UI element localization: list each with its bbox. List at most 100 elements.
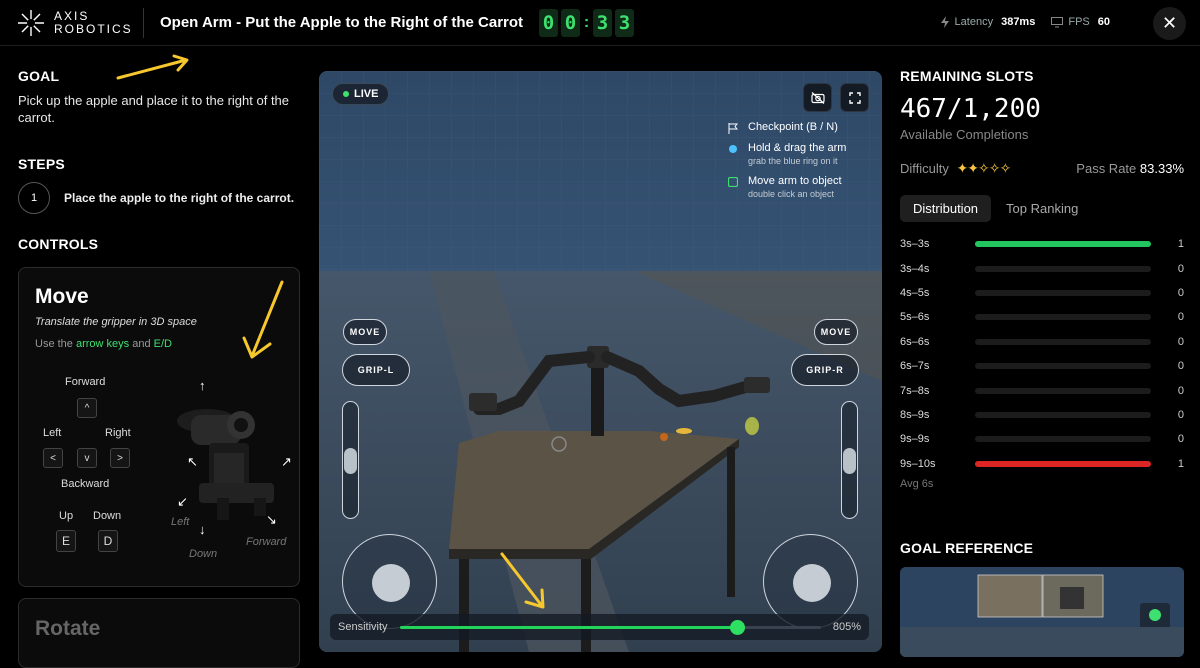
- grip-right-button[interactable]: GRIP-R: [791, 354, 859, 386]
- live-badge: LIVE: [332, 83, 390, 105]
- drag-arm-hint-sub: grab the blue ring on it: [748, 156, 838, 166]
- camera-off-button[interactable]: [803, 83, 832, 112]
- sensitivity-label: Sensitivity: [338, 621, 388, 633]
- distribution-bar-fill: [975, 460, 1151, 467]
- drag-arm-hint: Hold & drag the arm grab the blue ring o…: [728, 142, 868, 166]
- joystick-thumb[interactable]: [372, 564, 410, 602]
- gizmo-down-label: Down: [189, 548, 218, 560]
- distribution-count: 0: [1177, 311, 1184, 324]
- grip-left-button[interactable]: GRIP-L: [342, 354, 410, 386]
- sensitivity-bar: Sensitivity 805%: [330, 614, 869, 640]
- logo-text-line2: ROBOTICS: [54, 22, 133, 36]
- rotate-control-card: Rotate: [18, 598, 300, 668]
- difficulty-stars: ✦✦✧✧✧: [957, 160, 1012, 176]
- gizmo-se-arrow: ↘: [266, 512, 277, 527]
- distribution-bar: [975, 363, 1151, 370]
- backward-label: Backward: [61, 478, 110, 490]
- live-label: LIVE: [354, 88, 379, 100]
- timer-colon: :: [583, 14, 590, 31]
- slider-thumb[interactable]: [843, 448, 856, 474]
- key-left[interactable]: <: [43, 448, 63, 468]
- gizmo-forward-label: Forward: [246, 536, 287, 548]
- key-e[interactable]: E: [56, 530, 76, 552]
- distribution-row: 9s–9s 0: [900, 427, 1184, 451]
- controls-heading: CONTROLS: [18, 236, 99, 252]
- remaining-slots-value: 467/1,200: [900, 94, 1041, 124]
- left-move-button[interactable]: MOVE: [343, 319, 387, 345]
- pass-rate-value: 83.33%: [1139, 161, 1184, 176]
- sensitivity-thumb[interactable]: [729, 619, 745, 635]
- distribution-count: 1: [1177, 457, 1184, 470]
- tab-distribution[interactable]: Distribution: [900, 195, 992, 222]
- logo: AXIS ROBOTICS: [16, 8, 133, 38]
- move-to-object-hint-title: Move arm to object: [748, 175, 842, 187]
- star-filled-icon: ✦: [967, 160, 979, 176]
- monitor-icon: [1051, 16, 1064, 27]
- distribution-count: 1: [1177, 238, 1184, 251]
- sensitivity-slider[interactable]: [399, 619, 821, 635]
- goal-text: Pick up the apple and place it to the ri…: [18, 93, 290, 125]
- timer-digit: 3: [615, 9, 634, 37]
- pass-rate: Pass Rate 83.33%: [1076, 161, 1184, 176]
- distribution-row: 7s–8s 0: [900, 378, 1184, 402]
- distribution-bar: [975, 411, 1151, 418]
- timer-digit: 0: [561, 9, 580, 37]
- step-text: Place the apple to the right of the carr…: [64, 191, 295, 205]
- key-d[interactable]: D: [98, 530, 118, 552]
- move-card-subtitle: Translate the gripper in 3D space: [35, 316, 197, 328]
- goal-reference-image: [900, 567, 1184, 657]
- distribution-bar: [975, 265, 1151, 272]
- timer: 0 0 : 3 3: [539, 9, 634, 37]
- distribution-count: 0: [1177, 433, 1184, 446]
- close-button[interactable]: ✕: [1153, 7, 1186, 40]
- distribution-label: 3s–4s: [900, 262, 930, 275]
- drag-arm-hint-title: Hold & drag the arm: [748, 142, 847, 154]
- distribution-bar: [975, 314, 1151, 321]
- right-move-button[interactable]: MOVE: [814, 319, 858, 345]
- checkpoint-hint[interactable]: Checkpoint (B / N): [728, 121, 868, 134]
- distribution-bar: [975, 289, 1151, 296]
- distribution-label: 3s–3s: [900, 238, 930, 251]
- right-vertical-slider[interactable]: [841, 401, 858, 519]
- sensitivity-value: 805%: [832, 621, 861, 633]
- fps-stat: FPS 60: [1051, 16, 1110, 28]
- joystick-thumb[interactable]: [793, 564, 831, 602]
- blue-dot-icon: [729, 145, 737, 153]
- distribution-row: 4s–5s 0: [900, 281, 1184, 305]
- timer-digit: 3: [593, 9, 612, 37]
- move-card-title: Move: [35, 285, 89, 308]
- distribution-row: 5s–6s 0: [900, 305, 1184, 329]
- gizmo-up-arrow: ↑: [199, 378, 206, 393]
- key-up[interactable]: ^: [77, 398, 97, 418]
- distribution-label: 6s–7s: [900, 360, 930, 373]
- timer-digit: 0: [539, 9, 558, 37]
- remaining-slots-heading: REMAINING SLOTS: [900, 68, 1034, 84]
- sim-viewport[interactable]: LIVE Checkpoint (B / N) Hold & drag the …: [319, 71, 882, 652]
- tab-top-ranking[interactable]: Top Ranking: [993, 195, 1091, 222]
- green-square-icon: [728, 177, 738, 187]
- distribution-row: 3s–3s 1: [900, 232, 1184, 256]
- distribution-count: 0: [1177, 262, 1184, 275]
- live-dot-icon: [343, 91, 349, 97]
- star-empty-icon: ✧: [988, 160, 1001, 176]
- task-title: Open Arm - Put the Apple to the Right of…: [160, 14, 524, 31]
- key-down[interactable]: v: [77, 448, 97, 468]
- lightning-icon: [940, 16, 949, 28]
- distribution-label: 6s–6s: [900, 335, 930, 348]
- distribution-row: 9s–10s 1: [900, 452, 1184, 476]
- left-vertical-slider[interactable]: [342, 401, 359, 519]
- stats: Latency 387ms FPS 60: [940, 16, 1110, 28]
- distribution-bar: [975, 436, 1151, 443]
- distribution-bar: [975, 241, 1151, 248]
- ed-keys-hint: E/D: [153, 338, 172, 350]
- stats-tabs: Distribution Top Ranking: [900, 195, 1184, 222]
- distribution-label: 9s–9s: [900, 433, 930, 446]
- hints-panel: Checkpoint (B / N) Hold & drag the arm g…: [728, 121, 868, 208]
- forward-label: Forward: [65, 376, 106, 388]
- checkpoint-hint-title: Checkpoint (B / N): [748, 121, 838, 133]
- fullscreen-button[interactable]: [840, 83, 869, 112]
- available-completions-label: Available Completions: [900, 127, 1029, 142]
- goal-reference-thumbnail[interactable]: [900, 567, 1184, 657]
- key-right[interactable]: >: [110, 448, 130, 468]
- slider-thumb[interactable]: [344, 448, 357, 474]
